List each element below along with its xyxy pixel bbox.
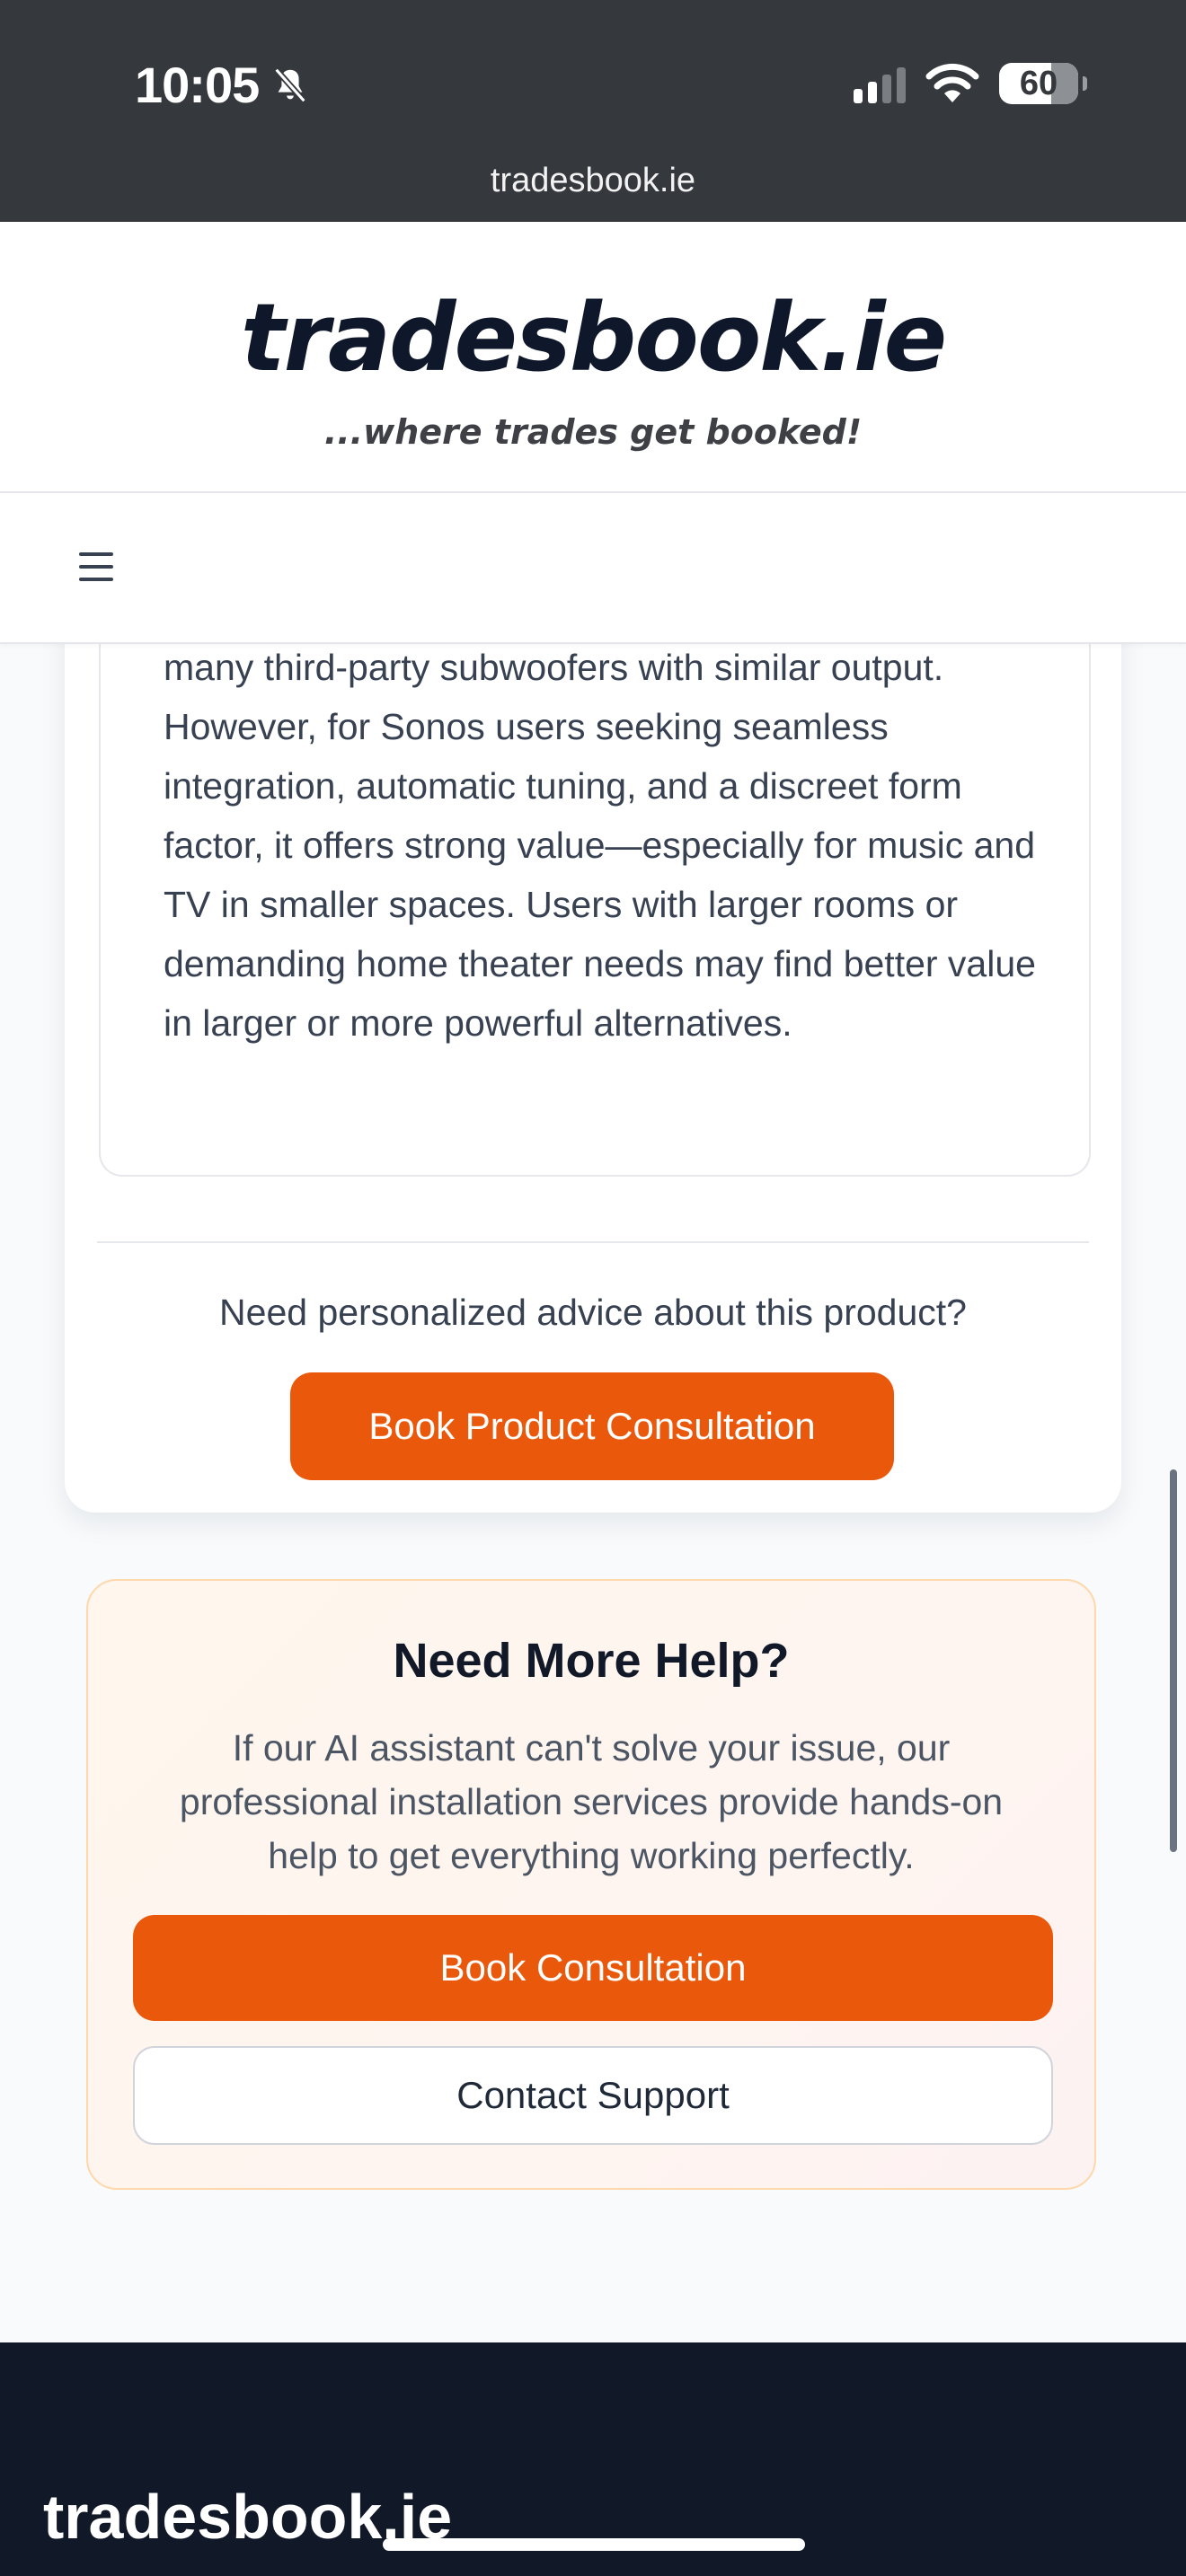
cellular-signal-icon	[854, 64, 906, 103]
contact-support-button[interactable]: Contact Support	[133, 2046, 1053, 2145]
nav-bar	[0, 493, 1186, 644]
status-time: 10:05	[135, 56, 311, 114]
status-icons: 60	[854, 63, 1087, 104]
browser-chrome: 10:05 60 tradesbook.ie	[0, 0, 1186, 222]
site-logo[interactable]: tradesbook.ie	[0, 283, 1186, 393]
help-title: Need More Help?	[393, 1634, 790, 1688]
product-card: many third-party subwoofers with similar…	[65, 539, 1121, 1513]
help-card: Need More Help? If our AI assistant can'…	[86, 1579, 1096, 2190]
book-product-consultation-button[interactable]: Book Product Consultation	[290, 1372, 894, 1480]
clock-text: 10:05	[135, 57, 260, 113]
book-consultation-button[interactable]: Book Consultation	[133, 1915, 1053, 2021]
battery-icon: 60	[999, 63, 1087, 104]
battery-level: 60	[1019, 64, 1058, 102]
hamburger-menu-icon[interactable]	[79, 552, 113, 581]
help-description: If our AI assistant can't solve your iss…	[179, 1727, 1004, 1876]
site-header: tradesbook.ie ...where trades get booked…	[0, 222, 1186, 493]
page-scrollbar[interactable]	[1170, 1469, 1177, 1852]
wifi-icon	[925, 63, 979, 102]
url-bar[interactable]: tradesbook.ie	[0, 162, 1186, 200]
value-summary-text: many third-party subwoofers with similar…	[164, 647, 1036, 1044]
divider	[97, 1241, 1089, 1243]
advice-prompt: Need personalized advice about this prod…	[219, 1292, 967, 1333]
bell-off-icon	[274, 67, 307, 102]
home-indicator[interactable]	[383, 2538, 805, 2551]
site-tagline: ...where trades get booked!	[323, 412, 863, 452]
